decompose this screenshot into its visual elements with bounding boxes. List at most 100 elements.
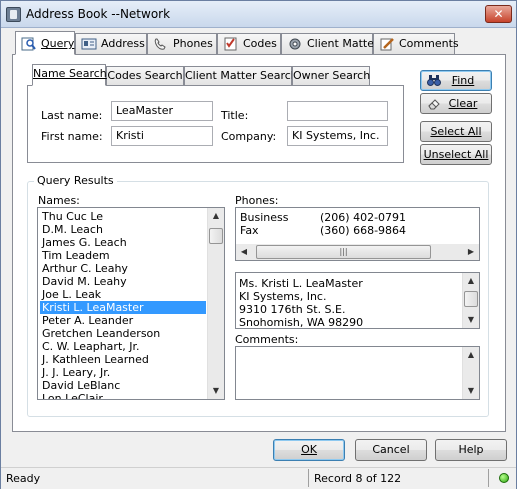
ok-button[interactable]: OK: [273, 439, 345, 461]
find-button[interactable]: Find: [420, 70, 492, 91]
close-button[interactable]: ✕: [485, 5, 512, 23]
address-scrollbar[interactable]: ▲ ▼: [462, 273, 479, 328]
phone-icon: [154, 38, 166, 50]
status-divider: [488, 469, 489, 487]
first-name-label: First name:: [41, 130, 103, 143]
help-button-label: Help: [458, 443, 484, 456]
tab-phones[interactable]: Phones: [147, 33, 217, 54]
status-text: Ready: [6, 472, 41, 485]
list-item[interactable]: Gretchen Leanderson: [40, 327, 206, 340]
subtab-owner-search[interactable]: Owner Search: [292, 66, 370, 85]
phones-list[interactable]: Business (206) 402-0791 Fax (360) 668-98…: [235, 207, 480, 261]
phone-type: Fax: [240, 224, 259, 237]
phones-horizontal-scrollbar[interactable]: ◀ ||| ▶: [236, 244, 479, 260]
title-field[interactable]: [287, 101, 388, 121]
list-item[interactable]: Lon LeClair: [40, 392, 206, 399]
scroll-down-arrow-icon[interactable]: ▼: [463, 383, 479, 399]
scroll-thumb[interactable]: [209, 228, 223, 244]
find-button-label: Find: [451, 74, 475, 87]
address-book-app-icon: [6, 7, 21, 22]
comments-label: Comments:: [235, 333, 299, 346]
list-item-selected[interactable]: Kristi L. LeaMaster: [40, 301, 206, 314]
list-item[interactable]: David LeBlanc: [40, 379, 206, 392]
subtab-name-search-label: Name Search: [33, 67, 107, 80]
subtab-owner-search-label: Owner Search: [293, 69, 371, 82]
pencil-icon: [380, 38, 394, 51]
scroll-right-arrow-icon[interactable]: ▶: [463, 244, 479, 260]
tab-phones-label: Phones: [173, 37, 213, 50]
scroll-up-arrow-icon[interactable]: ▲: [208, 208, 224, 224]
company-label: Company:: [221, 130, 277, 143]
list-item[interactable]: Peter A. Leander: [40, 314, 206, 327]
window-title: Address Book --Network: [26, 7, 171, 21]
clear-button[interactable]: Clear: [420, 93, 492, 114]
scroll-left-arrow-icon[interactable]: ◀: [236, 244, 252, 260]
address-card-icon: [81, 38, 97, 50]
company-field[interactable]: KI Systems, Inc.: [287, 126, 388, 146]
subtab-client-matter-search-label: Client Matter Search: [185, 69, 298, 82]
tab-query-label: Query: [41, 37, 75, 50]
magnifier-icon: [21, 37, 36, 51]
phone-type: Business: [240, 211, 289, 224]
list-item[interactable]: Arthur C. Leahy: [40, 262, 206, 275]
subtab-client-matter-search[interactable]: Client Matter Search: [184, 66, 298, 85]
tab-client-matter-label: Client Matter: [307, 37, 379, 50]
subtab-name-search[interactable]: Name Search: [32, 64, 107, 86]
scroll-up-arrow-icon[interactable]: ▲: [463, 273, 479, 289]
list-item[interactable]: Joe L. Leak: [40, 288, 206, 301]
scroll-down-arrow-icon[interactable]: ▼: [463, 312, 479, 328]
list-item[interactable]: Thu Cuc Le: [40, 210, 206, 223]
subtab-codes-search[interactable]: Codes Search: [106, 66, 184, 85]
last-name-field[interactable]: LeaMaster: [111, 101, 213, 121]
tab-query[interactable]: Query: [15, 31, 75, 55]
list-item[interactable]: D.M. Leach: [40, 223, 206, 236]
list-item[interactable]: C. W. Leaphart, Jr.: [40, 340, 206, 353]
tab-address-label: Address: [101, 37, 145, 50]
subtab-codes-search-label: Codes Search: [107, 69, 183, 82]
comments-field[interactable]: ▲ ▼: [235, 346, 480, 400]
eraser-icon: [428, 99, 440, 110]
list-item[interactable]: Tim Leadem: [40, 249, 206, 262]
address-display[interactable]: Ms. Kristi L. LeaMaster KI Systems, Inc.…: [235, 272, 480, 329]
select-all-button[interactable]: Select All: [420, 121, 492, 142]
connection-status-indicator-icon: [499, 473, 509, 483]
tab-address[interactable]: Address: [75, 33, 147, 54]
title-label: Title:: [221, 109, 249, 122]
help-button[interactable]: Help: [435, 439, 507, 461]
scroll-up-arrow-icon[interactable]: ▲: [463, 347, 479, 363]
gear-icon: [289, 38, 301, 50]
select-all-button-label: Select All: [430, 125, 482, 138]
scroll-thumb[interactable]: |||: [256, 245, 431, 259]
name-search-panel: [27, 85, 404, 163]
cancel-button[interactable]: Cancel: [355, 439, 427, 461]
comments-scrollbar[interactable]: ▲ ▼: [462, 347, 479, 399]
tab-codes[interactable]: Codes: [217, 33, 281, 54]
unselect-all-button[interactable]: Unselect All: [420, 144, 492, 165]
phones-label: Phones:: [235, 194, 279, 207]
cancel-button-label: Cancel: [372, 443, 410, 456]
scroll-thumb[interactable]: [464, 291, 478, 307]
address-line: KI Systems, Inc.: [239, 290, 327, 303]
list-item[interactable]: J. Kathleen Learned: [40, 353, 206, 366]
first-name-field[interactable]: Kristi: [111, 126, 213, 146]
tab-client-matter[interactable]: Client Matter: [281, 33, 379, 54]
names-scrollbar[interactable]: ▲ ▼: [207, 208, 224, 399]
title-bar: Address Book --Network ✕: [1, 1, 516, 28]
phone-number: (360) 668-9864: [320, 224, 407, 237]
address-line: 9310 176th St. S.E.: [239, 303, 346, 316]
clear-button-label: Clear: [448, 97, 478, 110]
tab-comments[interactable]: Comments: [373, 33, 459, 54]
list-item[interactable]: J. J. Leary, Jr.: [40, 366, 206, 379]
tab-comments-label: Comments: [399, 37, 459, 50]
scroll-down-arrow-icon[interactable]: ▼: [208, 383, 224, 399]
status-bar: [1, 467, 516, 489]
names-listbox[interactable]: Thu Cuc Le D.M. Leach James G. Leach Tim…: [37, 207, 225, 400]
list-item[interactable]: David M. Leahy: [40, 275, 206, 288]
status-divider: [308, 469, 309, 487]
address-book-window: Address Book --Network ✕ Query Address P…: [0, 0, 517, 489]
names-label: Names:: [38, 194, 80, 207]
address-line: Ms. Kristi L. LeaMaster: [239, 277, 363, 290]
list-item[interactable]: James G. Leach: [40, 236, 206, 249]
tab-codes-label: Codes: [243, 37, 277, 50]
address-line: Snohomish, WA 98290: [239, 316, 364, 329]
